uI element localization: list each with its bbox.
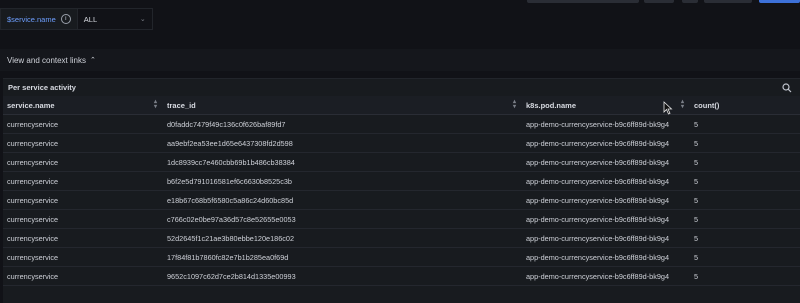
- variable-name: $service.name: [7, 14, 56, 24]
- cell-count: 5: [690, 114, 800, 134]
- cell-service-name: currencyservice: [3, 209, 163, 229]
- cell-pod-name: app-demo-currencyservice-b9c6ff89d-bk9g4: [522, 247, 690, 267]
- cell-count: 5: [690, 152, 800, 172]
- table-row[interactable]: currencyservice d0faddc7479f49c136c0f626b…: [3, 114, 800, 134]
- table-row[interactable]: currencyservice 9652c1097c62d7ce2b814d133…: [3, 266, 800, 286]
- data-table: service.name ▴ ▾ trace_id ▴ ▾ k8s.pod.name ▴ ▾…: [3, 96, 800, 286]
- cell-count: 5: [690, 209, 800, 229]
- cell-service-name: currencyservice: [3, 133, 163, 153]
- column-header-count[interactable]: count(): [690, 96, 800, 115]
- table-row[interactable]: currencyservice 17f84f81b7860fc82e7b1b285…: [3, 247, 800, 267]
- column-header-service-name[interactable]: service.name ▴ ▾: [3, 96, 163, 115]
- variable-bar: $service.name i ALL ⌄: [0, 8, 153, 30]
- sort-icon: ▴ ▾: [153, 99, 157, 110]
- cell-trace-id: 52d2645f1c21ae3b80ebbe120e186c02: [163, 228, 522, 248]
- cell-service-name: currencyservice: [3, 190, 163, 210]
- chevron-up-icon: ⌃: [90, 57, 96, 64]
- cell-trace-id: d0faddc7479f49c136c0f626baf89fd7: [163, 114, 522, 134]
- cell-service-name: currencyservice: [3, 114, 163, 134]
- cell-service-name: currencyservice: [3, 247, 163, 267]
- cell-service-name: currencyservice: [3, 152, 163, 172]
- cell-pod-name: app-demo-currencyservice-b9c6ff89d-bk9g4: [522, 228, 690, 248]
- table-row[interactable]: currencyservice 1dc8939cc7e460cbb69b1b486…: [3, 152, 800, 172]
- cell-count: 5: [690, 228, 800, 248]
- panel-title: Per service activity: [8, 83, 76, 92]
- cell-trace-id: e18b67c68b5f6580c5a86c24d60bc85d: [163, 190, 522, 210]
- cell-service-name: currencyservice: [3, 171, 163, 191]
- cell-count: 5: [690, 266, 800, 286]
- cell-pod-name: app-demo-currencyservice-b9c6ff89d-bk9g4: [522, 209, 690, 229]
- context-links-label: View and context links: [7, 55, 87, 65]
- cell-count: 5: [690, 247, 800, 267]
- cell-trace-id: 1dc8939cc7e460cbb69b1b486cb38384: [163, 152, 522, 172]
- cell-count: 5: [690, 190, 800, 210]
- cell-trace-id: 9652c1097c62d7ce2b814d1335e00993: [163, 266, 522, 286]
- info-icon[interactable]: i: [60, 14, 71, 24]
- table-row[interactable]: currencyservice e18b67c68b5f6580c5a86c24d…: [3, 190, 800, 210]
- table-row[interactable]: currencyservice aa9ebf2ea53ee1d65e6437308…: [3, 133, 800, 153]
- cell-pod-name: app-demo-currencyservice-b9c6ff89d-bk9g4: [522, 114, 690, 134]
- chevron-down-icon: ⌄: [139, 16, 146, 23]
- cell-pod-name: app-demo-currencyservice-b9c6ff89d-bk9g4: [522, 152, 690, 172]
- table-row[interactable]: currencyservice 52d2645f1c21ae3b80ebbe120…: [3, 228, 800, 248]
- panel-header: Per service activity: [3, 79, 800, 96]
- cell-trace-id: b6f2e5d791016581ef6c6630b8525c3b: [163, 171, 522, 191]
- column-header-trace-id[interactable]: trace_id ▴ ▾: [163, 96, 522, 115]
- cell-trace-id: aa9ebf2ea53ee1d65e6437308fd2d598: [163, 133, 522, 153]
- cell-pod-name: app-demo-currencyservice-b9c6ff89d-bk9g4: [522, 171, 690, 191]
- mouse-cursor-icon: [663, 101, 673, 115]
- cell-pod-name: app-demo-currencyservice-b9c6ff89d-bk9g4: [522, 190, 690, 210]
- table-row[interactable]: currencyservice b6f2e5d791016581ef6c6630b…: [3, 171, 800, 191]
- table-panel: Per service activity service.name ▴ ▾ trac…: [3, 78, 800, 303]
- cell-count: 5: [690, 171, 800, 191]
- search-icon[interactable]: [782, 82, 792, 93]
- toolbar-primary-button[interactable]: [759, 0, 800, 3]
- toolbar-control[interactable]: [644, 0, 674, 3]
- cell-service-name: currencyservice: [3, 228, 163, 248]
- cell-pod-name: app-demo-currencyservice-b9c6ff89d-bk9g4: [522, 266, 690, 286]
- cell-trace-id: 17f84f81b7860fc82e7b1b285ea0f69d: [163, 247, 522, 267]
- variable-label: $service.name i: [0, 8, 78, 30]
- sort-icon: ▴ ▾: [512, 99, 516, 110]
- table-row[interactable]: currencyservice c766c02e0be97a36d57c8e526…: [3, 209, 800, 229]
- toolbar-control[interactable]: [704, 0, 752, 3]
- sort-icon: ▴ ▾: [680, 99, 684, 110]
- toolbar-control[interactable]: [527, 0, 639, 3]
- variable-select[interactable]: ALL ⌄: [77, 8, 153, 30]
- toolbar-control[interactable]: [682, 0, 698, 3]
- cell-service-name: currencyservice: [3, 266, 163, 286]
- variable-value: ALL: [83, 14, 98, 24]
- cell-count: 5: [690, 133, 800, 153]
- context-links-toggle[interactable]: View and context links ⌃: [0, 49, 800, 71]
- cell-trace-id: c766c02e0be97a36d57c8e52655e0053: [163, 209, 522, 229]
- cell-pod-name: app-demo-currencyservice-b9c6ff89d-bk9g4: [522, 133, 690, 153]
